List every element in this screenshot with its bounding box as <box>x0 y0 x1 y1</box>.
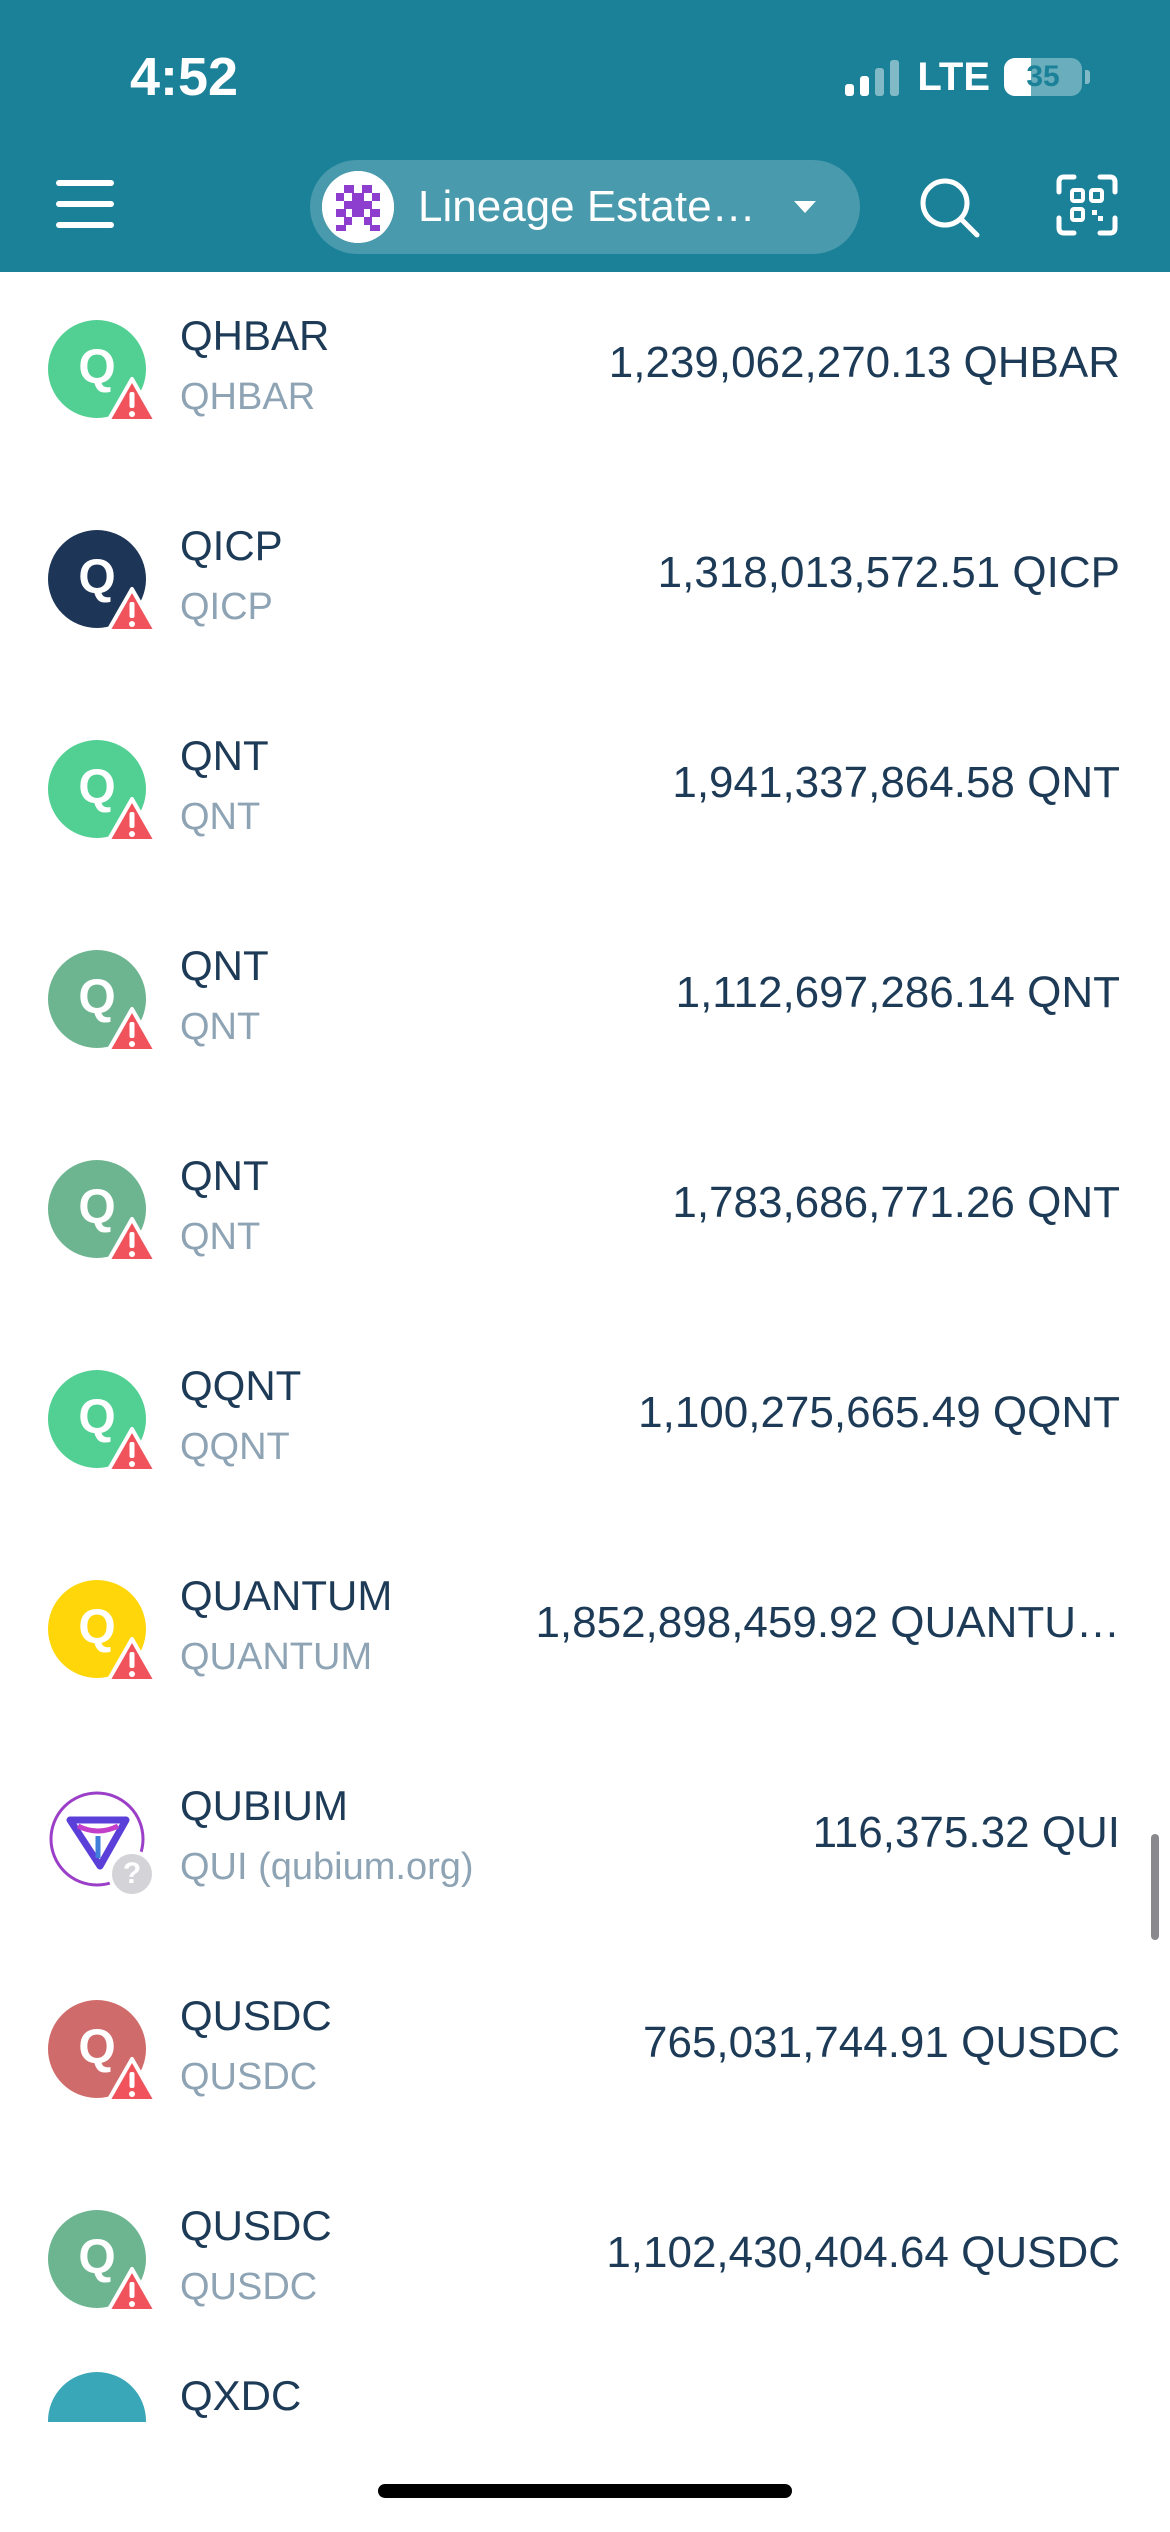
token-amount: 1,112,697,286.14 QNT <box>675 968 1120 1017</box>
account-selector[interactable]: Lineage Estate… <box>310 160 860 254</box>
token-amount: 765,031,744.91 QUSDC <box>643 2018 1120 2067</box>
token-subtitle: QNT <box>180 1006 261 1048</box>
token-subtitle: QNT <box>180 1216 261 1258</box>
hamburger-menu-icon[interactable] <box>56 180 114 228</box>
token-amount: 1,318,013,572.51 QICP <box>657 548 1120 597</box>
status-indicators: LTE 35 <box>845 52 1090 102</box>
token-name: QUBIUM <box>180 1782 348 1829</box>
chevron-down-icon <box>794 201 816 213</box>
battery-percent: 35 <box>1026 60 1060 93</box>
token-subtitle: QUSDC <box>180 2056 318 2098</box>
token-row[interactable]: Q QQNT QQNT 1,100,275,665.49 QQNT <box>0 1322 1170 1532</box>
account-avatar <box>322 171 394 243</box>
battery-icon: 35 <box>1004 58 1082 96</box>
token-amount: 1,239,062,270.13 QHBAR <box>608 338 1120 387</box>
token-subtitle: QNT <box>180 796 261 838</box>
token-subtitle: QICP <box>180 586 273 628</box>
token-amount: 1,100,275,665.49 QQNT <box>638 1388 1120 1437</box>
warning-badge-icon <box>106 1427 158 1473</box>
warning-badge-icon <box>106 2057 158 2103</box>
token-amount: 116,375.32 QUI <box>812 1808 1120 1857</box>
token-subtitle: QUI (qubium.org) <box>180 1846 474 1888</box>
token-name: QUSDC <box>180 1992 332 2039</box>
token-row[interactable]: Q QUSDC QUSDC 765,031,744.91 QUSDC <box>0 1952 1170 2162</box>
token-icon <box>48 2372 146 2422</box>
token-name: QICP <box>180 522 283 569</box>
warning-badge-icon <box>106 1007 158 1053</box>
search-icon[interactable] <box>918 176 982 240</box>
token-name: QHBAR <box>180 312 330 359</box>
token-row[interactable]: Q QNT QNT 1,112,697,286.14 QNT <box>0 902 1170 1112</box>
token-row[interactable]: Q QNT QNT 1,783,686,771.26 QNT <box>0 1112 1170 1322</box>
token-name: QNT <box>180 732 269 779</box>
token-amount: 1,852,898,459.92 QUANTU… <box>535 1598 1120 1647</box>
top-app-bar: 4:52 LTE 35 Lineage Estate… <box>0 0 1170 272</box>
warning-badge-icon <box>106 587 158 633</box>
token-row[interactable]: Q QHBAR QHBAR 1,239,062,270.13 QHBAR <box>0 272 1170 482</box>
token-row-partial[interactable]: QXDC <box>0 2222 1170 2422</box>
network-type: LTE <box>917 54 990 99</box>
warning-badge-icon <box>106 797 158 843</box>
token-row[interactable]: Q QNT QNT 1,941,337,864.58 QNT <box>0 692 1170 902</box>
status-time: 4:52 <box>130 47 239 107</box>
account-name: Lineage Estate… <box>418 182 756 231</box>
warning-badge-icon <box>106 1217 158 1263</box>
cellular-signal-icon <box>845 58 900 96</box>
token-amount: 1,941,337,864.58 QNT <box>672 758 1120 807</box>
token-name: QXDC <box>180 2372 302 2419</box>
token-row[interactable]: Q QUANTUM QUANTUM 1,852,898,459.92 QUANTU… <box>0 1532 1170 1742</box>
pixel-avatar-icon <box>322 171 394 243</box>
qr-scan-icon[interactable] <box>1056 174 1118 236</box>
token-subtitle: QUANTUM <box>180 1636 373 1678</box>
home-indicator <box>378 2484 792 2498</box>
token-subtitle: QHBAR <box>180 376 316 418</box>
token-subtitle: QQNT <box>180 1426 290 1468</box>
unverified-badge-icon: ? <box>108 1850 156 1898</box>
token-list: Q QHBAR QHBAR 1,239,062,270.13 QHBAR Q QICP QI… <box>0 272 1170 2422</box>
token-name: QNT <box>180 1152 269 1199</box>
token-name: QQNT <box>180 1362 302 1409</box>
token-row[interactable]: ? QUBIUM QUI (qubium.org) 116,375.32 QUI <box>0 1742 1170 1952</box>
token-row[interactable]: Q QICP QICP 1,318,013,572.51 QICP <box>0 482 1170 692</box>
battery-tip <box>1085 70 1090 84</box>
scrollbar[interactable] <box>1151 1834 1159 1940</box>
token-name: QUANTUM <box>180 1572 393 1619</box>
token-amount: 1,783,686,771.26 QNT <box>672 1178 1120 1227</box>
token-name: QNT <box>180 942 269 989</box>
warning-badge-icon <box>106 1637 158 1683</box>
warning-badge-icon <box>106 377 158 423</box>
